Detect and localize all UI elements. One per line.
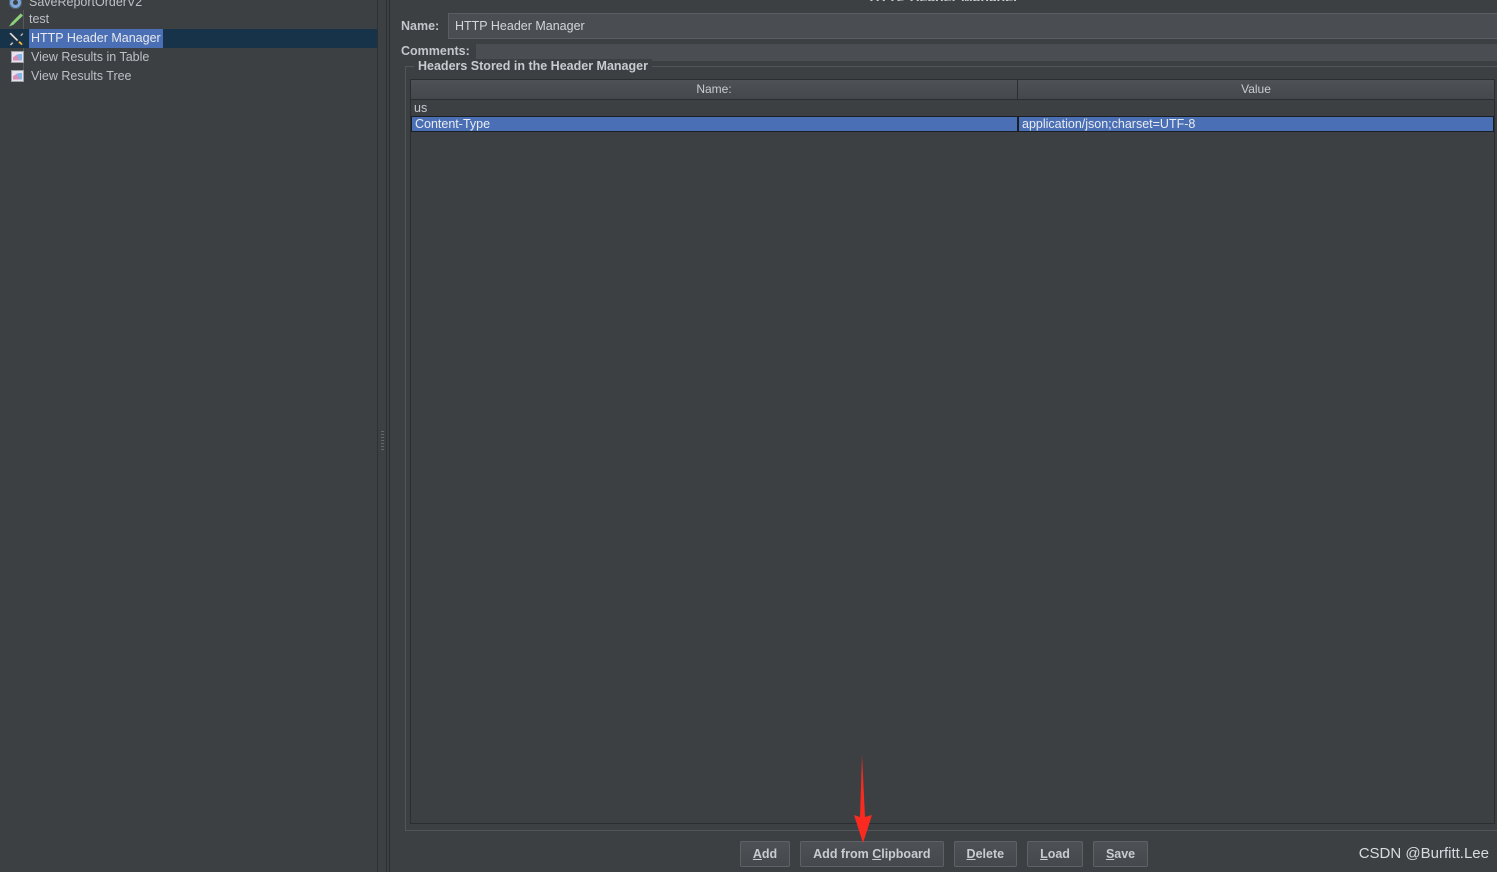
tree-item-label: test xyxy=(29,12,50,26)
add-button[interactable]: Add xyxy=(739,841,791,867)
test-plan-tree-panel[interactable]: SaveReportOrderV2 test HTTP Header Manag… xyxy=(0,0,377,872)
add-from-clipboard-button[interactable]: Add from Clipboard xyxy=(800,841,944,867)
tree-item-test[interactable]: test xyxy=(0,10,377,29)
name-row: Name: xyxy=(401,13,1497,39)
table-header-row: Name: Value xyxy=(411,80,1494,100)
column-header-value[interactable]: Value xyxy=(1018,80,1494,99)
tree-item-label: View Results in Table xyxy=(31,50,150,64)
delete-button-label-rest: elete xyxy=(975,847,1005,861)
load-button-label-rest: oad xyxy=(1047,847,1070,861)
splitter-grip-icon[interactable] xyxy=(381,430,384,452)
delete-button-mnemonic: D xyxy=(966,847,976,861)
headers-group-box: Headers Stored in the Header Manager Nam… xyxy=(405,59,1497,831)
gear-icon xyxy=(8,0,24,11)
cell-header-name[interactable]: us xyxy=(411,100,1018,116)
delete-button[interactable]: Delete xyxy=(953,841,1018,867)
load-button[interactable]: Load xyxy=(1027,841,1083,867)
table-row[interactable]: us xyxy=(411,100,1494,116)
http-header-manager-panel: HTTP Header Manager Name: Comments: Head… xyxy=(389,0,1497,872)
cell-header-value[interactable] xyxy=(1018,100,1494,116)
name-label: Name: xyxy=(401,19,440,33)
column-header-name[interactable]: Name: xyxy=(411,80,1018,99)
save-button[interactable]: Save xyxy=(1092,841,1149,867)
wrench-icon xyxy=(8,31,24,47)
load-button-mnemonic: L xyxy=(1040,847,1048,861)
button-row: Add Add from Clipboard Delete Load Save xyxy=(390,841,1497,867)
table-row[interactable]: Content-Type application/json;charset=UT… xyxy=(411,116,1494,132)
panel-splitter[interactable] xyxy=(377,0,387,872)
headers-table[interactable]: Name: Value us Content-Type application/… xyxy=(410,79,1495,824)
chart-icon xyxy=(10,69,26,85)
comments-label: Comments: xyxy=(401,44,470,58)
add-from-clipboard-label-rest: lipboard xyxy=(881,847,931,861)
pen-icon xyxy=(8,12,24,28)
tree-item-label: HTTP Header Manager xyxy=(29,29,163,48)
add-button-mnemonic: A xyxy=(752,847,762,861)
add-button-label-rest: dd xyxy=(761,847,778,861)
chart-icon xyxy=(10,50,26,66)
tree-item-label: View Results Tree xyxy=(31,69,132,83)
name-input[interactable] xyxy=(448,13,1497,39)
tree-item-view-results-in-table[interactable]: View Results in Table xyxy=(0,48,377,67)
save-button-label-rest: ave xyxy=(1114,847,1136,861)
page-title: HTTP Header Manager xyxy=(390,0,1497,1)
add-from-clipboard-label-pre: Add from xyxy=(813,847,873,861)
cell-header-name[interactable]: Content-Type xyxy=(411,116,1018,132)
add-from-clipboard-mnemonic: C xyxy=(872,847,882,861)
cell-header-value[interactable]: application/json;charset=UTF-8 xyxy=(1018,116,1494,132)
headers-group-title: Headers Stored in the Header Manager xyxy=(414,59,652,73)
tree-item-http-header-manager[interactable]: HTTP Header Manager xyxy=(0,29,377,48)
wrench-icon-svg xyxy=(8,31,24,46)
watermark-text: CSDN @Burfitt.Lee xyxy=(1358,845,1489,862)
tree-item-view-results-tree[interactable]: View Results Tree xyxy=(0,67,377,86)
